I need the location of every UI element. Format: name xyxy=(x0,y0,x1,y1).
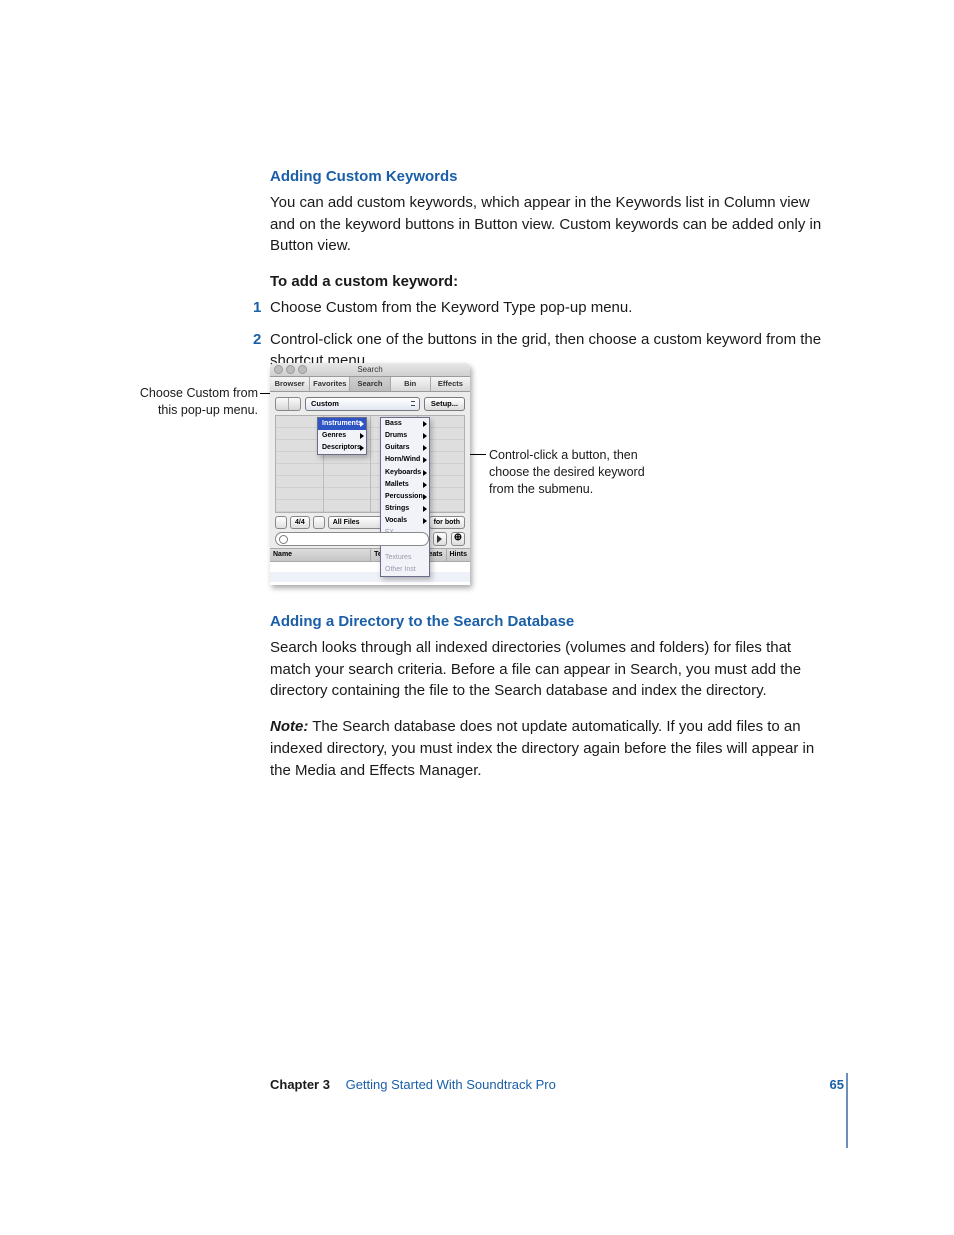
menu-item-guitars[interactable]: Guitars xyxy=(381,442,429,454)
menu-item-drums[interactable]: Drums xyxy=(381,430,429,442)
chevron-right-icon xyxy=(423,433,427,439)
column-name[interactable]: Name xyxy=(270,549,371,561)
column-hints[interactable]: Hints xyxy=(447,549,471,561)
keyword-type-popup[interactable]: Custom xyxy=(305,397,420,411)
section-adding-directory: Adding a Directory to the Search Databas… xyxy=(270,611,825,795)
menu-item-strings[interactable]: Strings xyxy=(381,503,429,515)
window-titlebar: Search xyxy=(270,363,470,377)
time-signature-popup[interactable]: 4/4 xyxy=(290,516,310,529)
menu-item-keyboards[interactable]: Keyboards xyxy=(381,467,429,479)
menu-item-vocals[interactable]: Vocals xyxy=(381,515,429,527)
chevron-right-icon xyxy=(360,445,364,451)
results-header: Name Tempo Key Beats Hints xyxy=(270,548,470,562)
chevron-right-icon xyxy=(423,482,427,488)
chevron-right-icon xyxy=(423,457,427,463)
heading-adding-custom-keywords: Adding Custom Keywords xyxy=(270,166,825,188)
window-title: Search xyxy=(357,365,382,374)
chevron-right-icon xyxy=(423,445,427,451)
tab-browser[interactable]: Browser xyxy=(270,377,310,391)
step-text: Choose Custom from the Keyword Type pop-… xyxy=(270,299,632,316)
menu-item-horn-wind[interactable]: Horn/Wind xyxy=(381,454,429,466)
add-button[interactable]: ⊕ xyxy=(451,532,465,546)
toolbar-row: Custom Setup... xyxy=(270,392,470,412)
traffic-lights[interactable] xyxy=(274,365,307,374)
paragraph: Search looks through all indexed directo… xyxy=(270,637,825,702)
tab-bar: Browser Favorites Search Bin Effects xyxy=(270,377,470,392)
setup-button[interactable]: Setup... xyxy=(424,397,465,411)
tab-search[interactable]: Search xyxy=(350,377,390,391)
screenshot-search-window: Search Browser Favorites Search Bin Effe… xyxy=(270,363,470,585)
menu-item-instruments[interactable]: Instruments xyxy=(318,418,366,430)
chevron-right-icon xyxy=(423,421,427,427)
note-body: The Search database does not update auto… xyxy=(270,718,814,779)
tab-bin[interactable]: Bin xyxy=(391,377,431,391)
chapter-label: Chapter 3 xyxy=(270,1077,330,1092)
options-row: 4/4 All Files for both xyxy=(275,516,465,529)
view-mode-segment[interactable] xyxy=(275,397,301,411)
note-label: Note: xyxy=(270,718,308,735)
heading-adding-directory: Adding a Directory to the Search Databas… xyxy=(270,611,825,633)
menu-item-mallets[interactable]: Mallets xyxy=(381,479,429,491)
menu-item-textures[interactable]: Textures xyxy=(381,552,429,564)
chevron-right-icon xyxy=(360,421,364,427)
chevron-right-icon xyxy=(360,433,364,439)
refine-icon[interactable] xyxy=(275,516,287,529)
context-submenu[interactable]: Bass Drums Guitars Horn/Wind Keyboards M… xyxy=(380,417,430,577)
footer-rule xyxy=(846,1073,848,1148)
chevron-right-icon xyxy=(423,506,427,512)
page-number: 65 xyxy=(830,1076,844,1095)
page-footer: Chapter 3 Getting Started With Soundtrac… xyxy=(270,1076,844,1095)
menu-item-genres[interactable]: Genres xyxy=(318,430,366,442)
chevron-right-icon xyxy=(423,494,427,500)
paragraph: You can add custom keywords, which appea… xyxy=(270,192,825,257)
callout-right: Control-click a button, then choose the … xyxy=(489,447,649,498)
keyword-button-grid[interactable] xyxy=(275,415,465,513)
menu-item-other-inst[interactable]: Other Inst xyxy=(381,564,429,576)
search-row: ⊕ xyxy=(275,532,465,545)
search-input[interactable] xyxy=(275,532,429,546)
menu-item-descriptors[interactable]: Descriptors xyxy=(318,442,366,454)
step-number: 2 xyxy=(253,329,261,351)
context-menu[interactable]: Instruments Genres Descriptors xyxy=(317,417,367,455)
chevron-right-icon xyxy=(423,470,427,476)
step-number: 1 xyxy=(253,297,261,319)
menu-item-percussion[interactable]: Percussion xyxy=(381,491,429,503)
procedure-steps: 1Choose Custom from the Keyword Type pop… xyxy=(270,297,825,372)
match-scope-popup[interactable]: for both xyxy=(429,516,465,529)
loop-icon[interactable] xyxy=(313,516,325,529)
step: 1Choose Custom from the Keyword Type pop… xyxy=(270,297,825,319)
results-list[interactable] xyxy=(270,562,470,585)
menu-item-bass[interactable]: Bass xyxy=(381,418,429,430)
chapter-title: Getting Started With Soundtrack Pro xyxy=(346,1077,556,1092)
page: Adding Custom Keywords You can add custo… xyxy=(0,0,954,1235)
callout-left: Choose Custom from this pop-up menu. xyxy=(128,385,258,419)
note-paragraph: Note: The Search database does not updat… xyxy=(270,716,825,781)
tab-favorites[interactable]: Favorites xyxy=(310,377,350,391)
procedure-heading: To add a custom keyword: xyxy=(270,271,825,293)
preview-play-button[interactable] xyxy=(433,532,447,546)
section-adding-custom-keywords: Adding Custom Keywords You can add custo… xyxy=(270,166,825,384)
tab-effects[interactable]: Effects xyxy=(431,377,470,391)
chevron-right-icon xyxy=(423,518,427,524)
footer-left: Chapter 3 Getting Started With Soundtrac… xyxy=(270,1076,556,1095)
